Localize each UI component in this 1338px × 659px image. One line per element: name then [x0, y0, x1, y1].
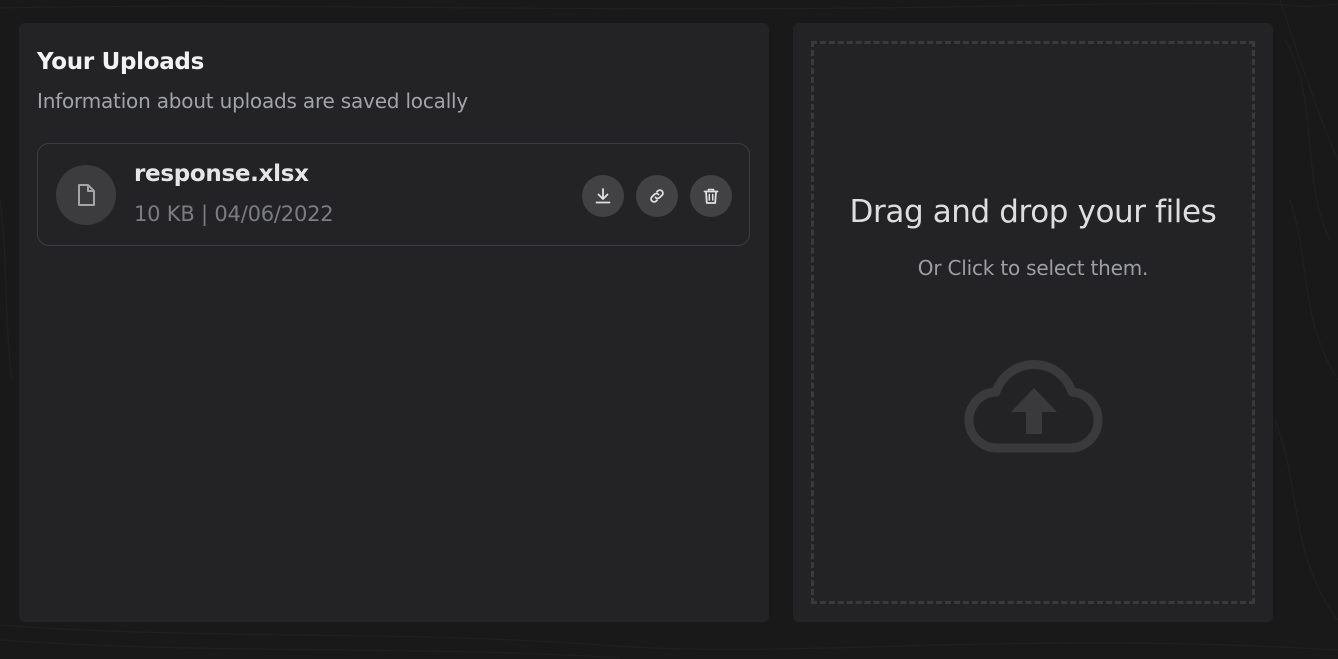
delete-button[interactable] [690, 175, 732, 217]
trash-icon [703, 188, 719, 204]
file-icon [78, 184, 95, 206]
copy-link-button[interactable] [636, 175, 678, 217]
dropzone-subtitle: Or Click to select them. [917, 256, 1149, 280]
dropzone-title: Drag and drop your files [849, 194, 1217, 230]
uploads-panel: Your Uploads Information about uploads a… [19, 23, 769, 622]
panel-title: Your Uploads [37, 49, 204, 75]
download-button[interactable] [582, 175, 624, 217]
file-meta: 10 KB | 04/06/2022 [134, 202, 334, 226]
file-name: response.xlsx [134, 161, 309, 187]
download-icon [595, 188, 611, 204]
file-dropzone[interactable]: Drag and drop your files Or Click to sel… [811, 41, 1255, 604]
file-avatar [56, 165, 116, 225]
link-icon [650, 189, 664, 203]
dropzone-panel: Drag and drop your files Or Click to sel… [793, 23, 1273, 622]
panel-subtitle: Information about uploads are saved loca… [37, 89, 469, 113]
file-card: response.xlsx 10 KB | 04/06/2022 [37, 143, 750, 246]
cloud-upload-icon [964, 359, 1103, 453]
